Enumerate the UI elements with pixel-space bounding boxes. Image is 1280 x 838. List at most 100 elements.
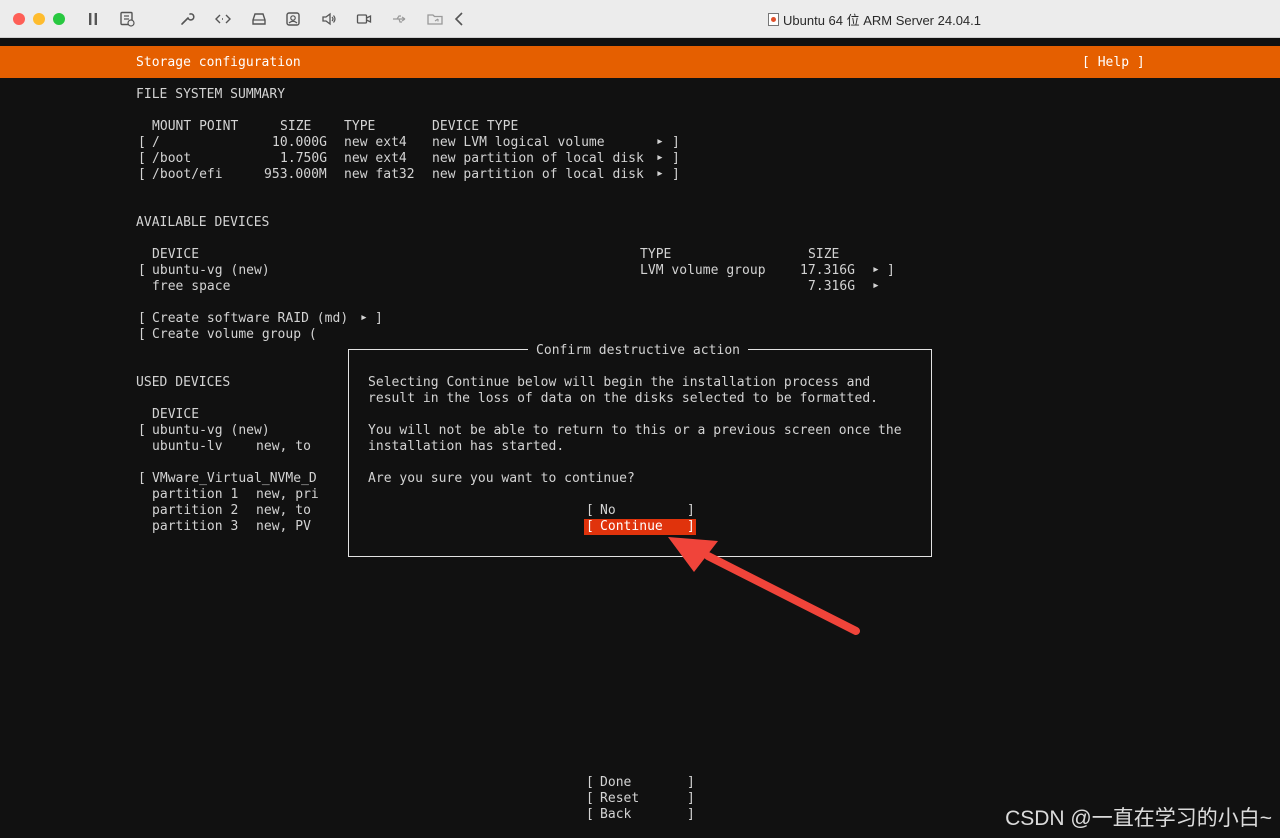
dialog-text-line-2: result in the loss of data on the disks … (368, 391, 879, 406)
dialog-title: Confirm destructive action (528, 343, 749, 359)
button-bracket-right: ] (687, 503, 695, 518)
row-bracket-right: ] (672, 167, 680, 182)
fs-type: new ext4 (344, 151, 407, 166)
row-bracket-left: [ (138, 263, 146, 278)
button-bracket-left: [ (586, 519, 594, 534)
avail-col-device: DEVICE (152, 247, 200, 262)
no-button-label: No (600, 503, 616, 518)
row-bracket-left: [ (138, 167, 146, 182)
user-lock-icon[interactable] (284, 10, 302, 28)
close-window-button[interactable] (13, 13, 25, 25)
used-heading: USED DEVICES (136, 375, 231, 390)
fs-col-type: TYPE (344, 119, 376, 134)
expand-arrow-icon: ▸ (872, 278, 880, 293)
row-bracket-left: [ (138, 135, 146, 150)
fs-type: new ext4 (344, 135, 407, 150)
button-bracket-left: [ (138, 327, 146, 342)
volume-icon[interactable] (320, 10, 338, 28)
avail-device: free space (152, 279, 231, 294)
avail-device: ubuntu-vg (new) (152, 263, 270, 278)
fs-summary-heading: FILE SYSTEM SUMMARY (136, 87, 286, 102)
window-title: Ubuntu 64 位 ARM Server 24.04.1 (768, 10, 981, 29)
help-button[interactable]: [ Help ] (1082, 55, 1145, 71)
window-titlebar: Ubuntu 64 位 ARM Server 24.04.1 (0, 0, 1280, 38)
dialog-text-line-3: You will not be able to return to this o… (368, 423, 902, 438)
done-button-label: Done (600, 775, 632, 790)
window-title-text: Ubuntu 64 位 ARM Server 24.04.1 (783, 13, 981, 28)
shared-folder-icon[interactable] (426, 10, 444, 28)
button-bracket-left: [ (138, 311, 146, 326)
fs-col-size: SIZE (280, 119, 312, 134)
row-bracket-left: [ (138, 151, 146, 166)
avail-col-size: SIZE (808, 247, 840, 262)
row-bracket-right: ] (887, 263, 895, 278)
used-device: partition 2 (152, 503, 239, 518)
avail-type: LVM volume group (640, 263, 766, 278)
expand-arrow-icon: ▸ (656, 166, 664, 181)
installer-header: Storage configuration [ Help ] (0, 46, 1280, 78)
pause-icon[interactable] (84, 10, 102, 28)
create-vg-label: Create volume group ( (152, 327, 317, 342)
available-heading: AVAILABLE DEVICES (136, 215, 270, 230)
button-bracket-right: ] (687, 775, 695, 790)
expand-arrow-icon: ▸ (872, 262, 880, 277)
fs-mount: / (152, 135, 160, 150)
used-device: ubuntu-lv (152, 439, 223, 454)
fs-type: new fat32 (344, 167, 415, 182)
row-bracket-right: ] (672, 151, 680, 166)
expand-arrow-icon: ▸ (656, 134, 664, 149)
button-bracket-left: [ (586, 791, 594, 806)
fs-mount: /boot (152, 151, 192, 166)
fs-device-type: new partition of local disk (432, 151, 644, 166)
continue-button[interactable]: [ Continue ] (584, 519, 696, 535)
button-bracket-left: [ (586, 775, 594, 790)
used-device: ubuntu-vg (new) (152, 423, 270, 438)
fs-device-type: new partition of local disk (432, 167, 644, 182)
fs-col-device-type: DEVICE TYPE (432, 119, 519, 134)
used-detail: new, to (256, 503, 311, 518)
minimize-window-button[interactable] (33, 13, 45, 25)
row-bracket-left: [ (138, 471, 146, 486)
used-detail: new, PV (256, 519, 311, 534)
back-chevron-icon[interactable] (451, 10, 469, 28)
watermark: CSDN @一直在学习的小白~ (1005, 807, 1272, 830)
dialog-text-line-1: Selecting Continue below will begin the … (368, 375, 871, 390)
create-raid-label: Create software RAID (md) (152, 311, 349, 326)
fs-size: 1.750G (280, 151, 328, 166)
fs-size: 10.000G (272, 135, 327, 150)
code-brackets-icon[interactable] (214, 10, 232, 28)
usb-icon[interactable] (390, 10, 408, 28)
camera-icon[interactable] (355, 10, 373, 28)
button-bracket-right: ] (687, 791, 695, 806)
row-bracket-right: ] (672, 135, 680, 150)
used-col-device: DEVICE (152, 407, 200, 422)
button-bracket-left: [ (586, 503, 594, 518)
dialog-question: Are you sure you want to continue? (368, 471, 635, 486)
settings-wrench-icon[interactable] (178, 10, 196, 28)
reset-button-label: Reset (600, 791, 640, 806)
fs-mount: /boot/efi (152, 167, 223, 182)
avail-size: 7.316G (808, 279, 856, 294)
button-bracket-right: ] (687, 519, 695, 534)
vm-document-icon (768, 13, 779, 26)
used-device: partition 1 (152, 487, 239, 502)
header-title: Storage configuration (136, 55, 301, 70)
button-bracket-right: ] (375, 311, 383, 326)
back-button-label: Back (600, 807, 632, 822)
zoom-window-button[interactable] (53, 13, 65, 25)
disk-drive-icon[interactable] (250, 10, 268, 28)
fs-device-type: new LVM logical volume (432, 135, 605, 150)
snapshot-icon[interactable] (118, 10, 136, 28)
continue-button-label: Continue (600, 519, 663, 534)
button-bracket-right: ] (687, 807, 695, 822)
fs-size: 953.000M (264, 167, 327, 182)
dialog-text-line-4: installation has started. (368, 439, 565, 454)
fs-col-mount: MOUNT POINT (152, 119, 239, 134)
button-bracket-left: [ (586, 807, 594, 822)
row-bracket-left: [ (138, 423, 146, 438)
used-device: partition 3 (152, 519, 239, 534)
used-device: VMware_Virtual_NVMe_D (152, 471, 317, 486)
avail-col-type: TYPE (640, 247, 672, 262)
used-detail: new, to (256, 439, 311, 454)
expand-arrow-icon: ▸ (360, 310, 368, 325)
